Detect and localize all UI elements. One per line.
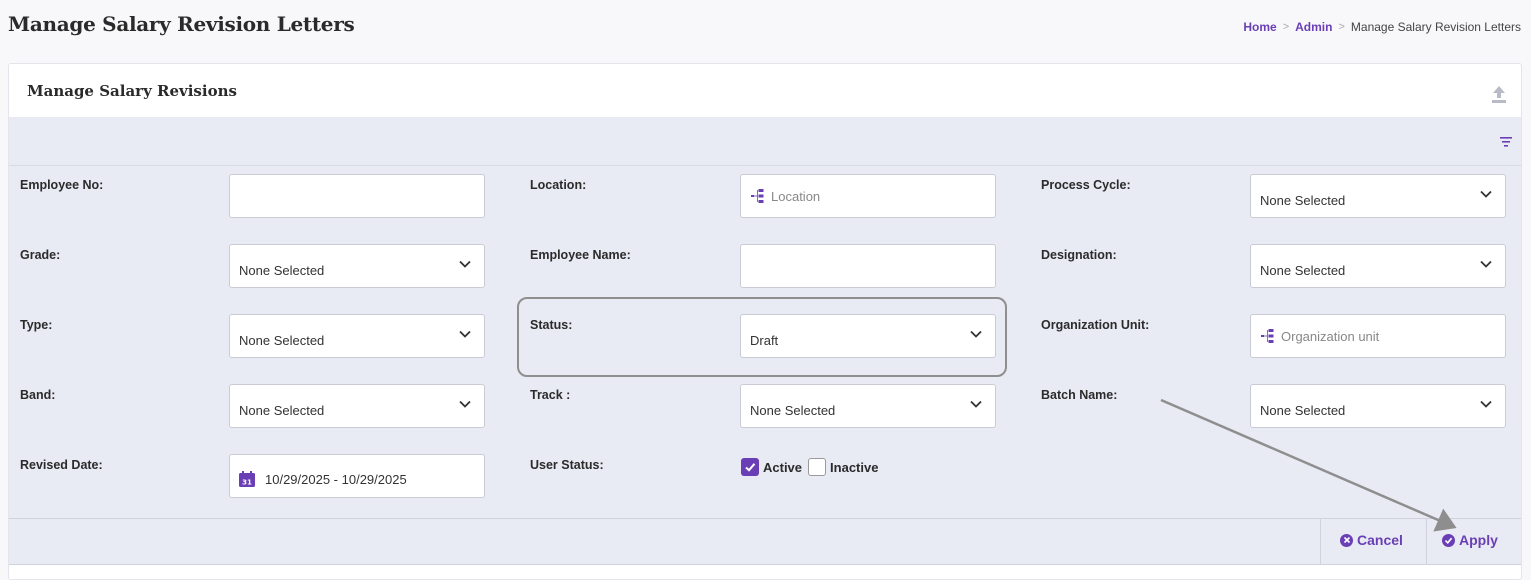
grade-label: Grade: bbox=[20, 248, 61, 262]
status-highlight-box bbox=[517, 297, 1007, 377]
cancel-button[interactable]: Cancel bbox=[1340, 532, 1403, 548]
track-value: None Selected bbox=[750, 402, 836, 418]
tree-icon bbox=[1261, 329, 1274, 343]
upload-icon[interactable] bbox=[1489, 84, 1509, 104]
cancel-icon bbox=[1340, 533, 1353, 547]
organization-unit-label: Organization Unit: bbox=[1041, 318, 1150, 332]
user-status-options: Active Inactive bbox=[741, 458, 878, 476]
breadcrumb-admin[interactable]: Admin bbox=[1295, 20, 1332, 34]
chevron-down-icon bbox=[1480, 260, 1492, 268]
type-label: Type: bbox=[20, 318, 53, 332]
location-placeholder: Location bbox=[771, 188, 821, 204]
form-actions-bar: Cancel Apply bbox=[9, 518, 1521, 565]
inactive-label: Inactive bbox=[830, 459, 879, 475]
tree-icon bbox=[751, 189, 764, 203]
action-divider bbox=[1426, 519, 1427, 564]
chevron-down-icon bbox=[1480, 190, 1492, 198]
filter-toolbar bbox=[9, 117, 1521, 166]
breadcrumb-current: Manage Salary Revision Letters bbox=[1350, 20, 1521, 34]
type-value: None Selected bbox=[239, 332, 325, 348]
batch-name-value: None Selected bbox=[1260, 402, 1346, 418]
breadcrumb-separator: > bbox=[1338, 21, 1345, 33]
grade-value: None Selected bbox=[239, 262, 325, 278]
band-select[interactable]: None Selected bbox=[229, 384, 485, 428]
grade-select[interactable]: None Selected bbox=[229, 244, 485, 288]
apply-button[interactable]: Apply bbox=[1442, 532, 1498, 548]
check-circle-icon bbox=[1442, 533, 1455, 547]
chevron-down-icon bbox=[1480, 400, 1492, 408]
designation-select[interactable]: None Selected bbox=[1250, 244, 1506, 288]
track-label: Track : bbox=[530, 388, 571, 402]
process-cycle-select[interactable]: None Selected bbox=[1250, 174, 1506, 218]
employee-no-input[interactable] bbox=[229, 174, 485, 218]
process-cycle-value: None Selected bbox=[1260, 192, 1346, 208]
track-select[interactable]: None Selected bbox=[740, 384, 996, 428]
calendar-icon: 31 bbox=[239, 471, 255, 487]
chevron-down-icon bbox=[459, 260, 471, 268]
employee-name-label: Employee Name: bbox=[530, 248, 631, 262]
designation-label: Designation: bbox=[1041, 248, 1117, 262]
organization-unit-placeholder: Organization unit bbox=[1281, 328, 1380, 344]
revised-date-value: 10/29/2025 - 10/29/2025 bbox=[265, 471, 407, 487]
process-cycle-label: Process Cycle: bbox=[1041, 178, 1131, 192]
checkmark-icon bbox=[745, 463, 756, 472]
organization-unit-picker[interactable]: Organization unit bbox=[1250, 314, 1506, 358]
calendar-day: 31 bbox=[242, 479, 252, 487]
filter-form: Employee No: Location: Location Process … bbox=[9, 166, 1521, 518]
revised-date-range-input[interactable]: 31 10/29/2025 - 10/29/2025 bbox=[229, 454, 485, 498]
employee-no-label: Employee No: bbox=[20, 178, 104, 192]
breadcrumb: Home > Admin > Manage Salary Revision Le… bbox=[1243, 20, 1521, 34]
band-value: None Selected bbox=[239, 402, 325, 418]
user-status-label: User Status: bbox=[530, 458, 604, 472]
employee-name-input[interactable] bbox=[740, 244, 996, 288]
apply-label: Apply bbox=[1459, 532, 1498, 548]
card-title: Manage Salary Revisions bbox=[27, 81, 237, 100]
designation-value: None Selected bbox=[1260, 262, 1346, 278]
active-checkbox[interactable] bbox=[741, 458, 759, 476]
location-label: Location: bbox=[530, 178, 587, 192]
filter-icon[interactable] bbox=[1499, 135, 1513, 149]
type-select[interactable]: None Selected bbox=[229, 314, 485, 358]
active-label: Active bbox=[763, 459, 803, 475]
revised-date-label: Revised Date: bbox=[20, 458, 103, 472]
chevron-down-icon bbox=[459, 330, 471, 338]
band-label: Band: bbox=[20, 388, 56, 402]
breadcrumb-separator: > bbox=[1282, 21, 1290, 33]
action-divider bbox=[1320, 519, 1321, 564]
inactive-checkbox[interactable] bbox=[808, 458, 827, 476]
chevron-down-icon bbox=[970, 400, 982, 408]
breadcrumb-home[interactable]: Home bbox=[1243, 20, 1276, 34]
batch-name-label: Batch Name: bbox=[1041, 388, 1118, 402]
chevron-down-icon bbox=[459, 400, 471, 408]
page-title: Manage Salary Revision Letters bbox=[8, 12, 355, 36]
batch-name-select[interactable]: None Selected bbox=[1250, 384, 1506, 428]
salary-revisions-card: Manage Salary Revisions Employee No: Loc… bbox=[8, 63, 1522, 580]
location-picker[interactable]: Location bbox=[740, 174, 996, 218]
cancel-label: Cancel bbox=[1357, 532, 1403, 548]
